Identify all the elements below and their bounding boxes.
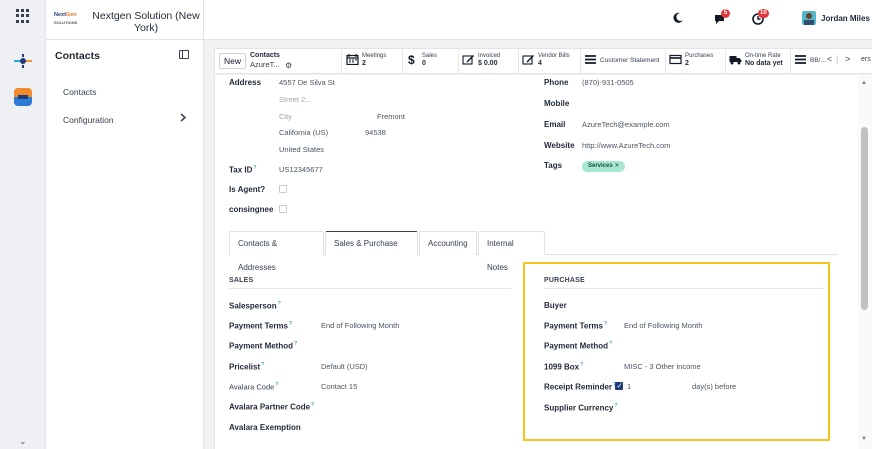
- scroll-down-icon[interactable]: ▼: [861, 436, 867, 442]
- tab-contacts-addresses[interactable]: Contacts & Addresses: [229, 231, 324, 272]
- tab-internal-notes[interactable]: Internal Notes: [478, 231, 545, 272]
- avalara-exemption-label: Avalara Exemption: [229, 423, 301, 432]
- zip-field[interactable]: 94538: [365, 128, 386, 137]
- sidebar-toggle-icon[interactable]: [179, 50, 189, 59]
- email-label: Email: [544, 120, 566, 129]
- meetings-smart-button[interactable]: Meetings 2: [346, 51, 401, 71]
- edit-icon: [522, 55, 534, 65]
- dark-mode-moon-icon[interactable]: [672, 12, 684, 24]
- sales-smart-button[interactable]: $ Sales 0: [406, 51, 456, 71]
- avalara-code-label: Avalara Code?: [229, 382, 279, 392]
- notebook-tabs: Contacts & Addresses Sales & Purchase Ac…: [229, 231, 837, 272]
- street-field[interactable]: 4557 De Silva St: [279, 78, 335, 87]
- mobile-label: Mobile: [544, 99, 570, 108]
- list-icon: [795, 55, 806, 64]
- avalara-code-field[interactable]: Contact 15: [321, 382, 357, 391]
- pager-tail-text: ers: [861, 56, 871, 63]
- sales-payment-terms-field[interactable]: End of Following Month: [321, 321, 399, 330]
- chevron-down-icon[interactable]: ⌄: [19, 436, 27, 447]
- tab-accounting[interactable]: Accounting: [419, 231, 477, 255]
- is-agent-checkbox[interactable]: [279, 185, 287, 193]
- taxid-field[interactable]: US12345677: [279, 165, 323, 174]
- control-panel: New Contacts AzureT... ⚙ Meetings 2 $ Sa…: [214, 48, 872, 74]
- avatar[interactable]: [802, 11, 816, 25]
- vendor-bills-smart-button[interactable]: Vendor Bills 4: [522, 51, 580, 71]
- sidebar-item-contacts[interactable]: Contacts: [63, 87, 97, 97]
- activities-badge: 10: [758, 9, 769, 18]
- user-name[interactable]: Jordan Miles: [821, 14, 870, 23]
- sidebar-title: Contacts: [55, 50, 100, 62]
- company-name: Nextgen Solution (New York): [92, 10, 200, 34]
- top-navbar: 5 10 Jordan Miles: [204, 0, 872, 40]
- breadcrumb-current: AzureT...: [250, 60, 280, 69]
- phone-field[interactable]: (870)-931-0505: [582, 78, 634, 87]
- sales-payment-method-label: Payment Method?: [229, 341, 298, 351]
- scroll-up-icon[interactable]: ▲: [861, 80, 867, 86]
- sales-payment-terms-label: Payment Terms?: [229, 321, 293, 331]
- credit-card-icon: [669, 54, 682, 65]
- email-field[interactable]: AzureTech@example.com: [582, 120, 670, 129]
- country-field[interactable]: United States: [279, 145, 324, 154]
- svg-text:$: $: [408, 54, 415, 65]
- pager-next-button[interactable]: >: [845, 54, 850, 64]
- pager-prev-button[interactable]: <: [827, 54, 832, 64]
- tag-services[interactable]: Services ✕: [582, 161, 626, 172]
- website-field[interactable]: http://www.AzureTech.com: [582, 141, 670, 150]
- website-label: Website: [544, 141, 575, 150]
- gear-icon[interactable]: ⚙: [285, 61, 292, 70]
- state-field[interactable]: California (US): [279, 128, 328, 137]
- truck-icon: [729, 56, 742, 65]
- scrollbar-thumb[interactable]: [861, 127, 868, 310]
- contacts-app-icon[interactable]: [12, 52, 34, 70]
- sidebar: Contacts Contacts Configuration: [46, 40, 204, 449]
- pricelist-field[interactable]: Default (USD): [321, 362, 368, 371]
- messages-badge: 5: [721, 9, 730, 18]
- breadcrumb-parent[interactable]: Contacts: [250, 52, 280, 59]
- purchases-smart-button[interactable]: Purchases 2: [669, 51, 724, 71]
- avalara-partner-label: Avalara Partner Code?: [229, 402, 315, 412]
- list-icon: [585, 55, 596, 64]
- inbox-app-icon[interactable]: [14, 88, 32, 106]
- consignee-checkbox[interactable]: [279, 205, 287, 213]
- salesperson-label: Salesperson?: [229, 301, 281, 311]
- phone-label: Phone: [544, 78, 569, 87]
- city-field[interactable]: Fremont: [377, 112, 405, 121]
- on-time-rate-smart-button[interactable]: On-time Rate No data yet: [729, 51, 789, 71]
- company-logo: NextGen SOLUTIONS: [54, 12, 78, 25]
- purchase-highlight-box: [523, 262, 830, 441]
- chevron-right-icon[interactable]: [180, 113, 186, 122]
- sales-section-title: SALES: [229, 277, 254, 284]
- consignee-label: consingnee: [229, 205, 274, 214]
- scrollbar[interactable]: ▲ ▼: [858, 75, 872, 449]
- bb-smart-button[interactable]: BB/...: [794, 51, 826, 71]
- customer-statement-smart-button[interactable]: Customer Statement: [584, 51, 664, 71]
- sidebar-item-configuration[interactable]: Configuration: [63, 115, 114, 125]
- edit-icon: [462, 55, 474, 65]
- new-button[interactable]: New: [219, 53, 246, 69]
- company-switcher[interactable]: NextGen SOLUTIONS Nextgen Solution (New Y…: [46, 0, 204, 40]
- is-agent-label: Is Agent?: [229, 185, 266, 194]
- apps-grid-icon[interactable]: [16, 9, 30, 23]
- calendar-icon: [346, 54, 359, 65]
- taxid-label: Tax ID?: [229, 165, 257, 175]
- app-rail: ⌄: [0, 0, 46, 449]
- address-label: Address: [229, 78, 262, 87]
- form-sheet: Address 4557 De Silva St Street 2... Cit…: [214, 75, 858, 449]
- tab-sales-purchase[interactable]: Sales & Purchase: [325, 231, 418, 256]
- invoiced-smart-button[interactable]: Invoiced $ 0.00: [462, 51, 517, 71]
- city-field-placeholder[interactable]: City: [279, 112, 292, 121]
- street2-field[interactable]: Street 2...: [279, 95, 312, 104]
- dollar-icon: $: [408, 54, 415, 65]
- pricelist-label: Pricelist?: [229, 362, 265, 372]
- tags-label: Tags: [544, 161, 563, 170]
